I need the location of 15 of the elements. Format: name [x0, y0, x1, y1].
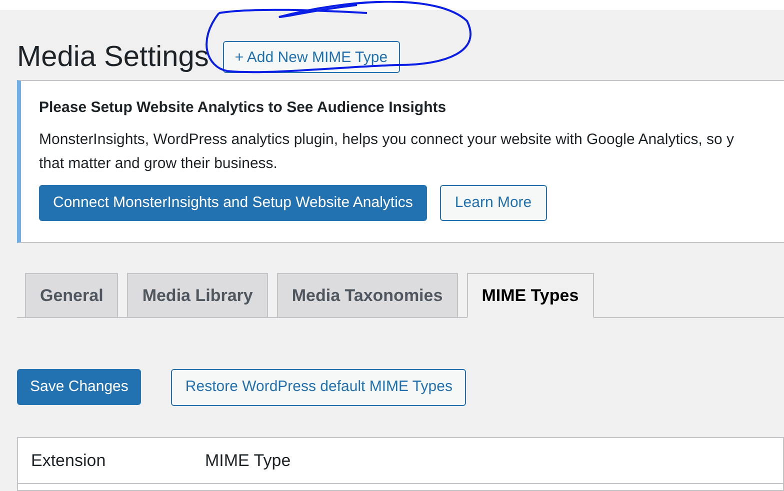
column-header: Extension: [30, 450, 107, 472]
connect-button[interactable]: Connect MonsterInsights and Setup Website Analytics: [39, 185, 427, 221]
tab[interactable]: MIME Types: [466, 273, 594, 318]
restore-defaults-button[interactable]: Restore WordPress default MIME Types: [171, 369, 466, 406]
tab[interactable]: Media Library: [127, 273, 268, 317]
learn-more-button[interactable]: Learn More: [440, 185, 547, 221]
save-changes-button[interactable]: Save Changes: [17, 369, 142, 405]
add-mime-type-button[interactable]: + Add New MIME Type: [222, 41, 400, 73]
notice-text: MonsterInsights, WordPress analytics plugin, helps you connect your website with Google Analytics, so y: [39, 130, 736, 150]
page-title: Media Settings: [17, 42, 209, 72]
column-header: MIME Type: [205, 450, 291, 472]
tab[interactable]: Media Taxonomies: [276, 273, 458, 317]
notice-title: Please Setup Website Analytics to See Audience Insights: [39, 98, 448, 118]
tab[interactable]: General: [25, 273, 118, 317]
notice-text: that matter and grow their business.: [39, 154, 278, 174]
